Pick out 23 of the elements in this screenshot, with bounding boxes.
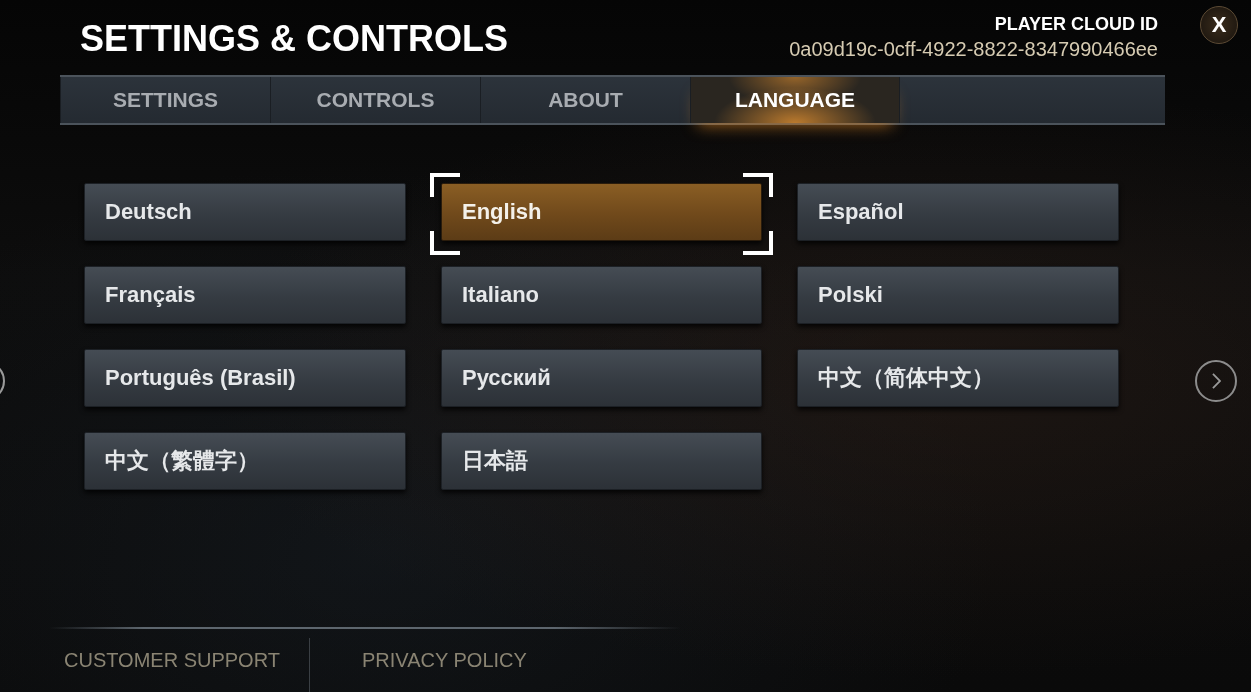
footer-link[interactable]: CUSTOMER SUPPORT <box>64 649 280 672</box>
language-option[interactable]: Español <box>797 183 1119 241</box>
tab[interactable]: LANGUAGE <box>690 77 900 123</box>
language-option[interactable]: 日本語 <box>441 432 762 490</box>
tab[interactable]: SETTINGS <box>60 77 270 123</box>
language-option[interactable]: Deutsch <box>84 183 406 241</box>
next-page-button[interactable] <box>1195 360 1237 402</box>
corner-brackets-icon <box>430 173 773 255</box>
footer-link[interactable]: PRIVACY POLICY <box>361 649 527 672</box>
cloud-id-label: PLAYER CLOUD ID <box>994 12 1158 36</box>
language-option[interactable]: Polski <box>797 266 1119 324</box>
language-option[interactable]: 中文（繁體字） <box>84 432 406 490</box>
language-option[interactable]: Français <box>84 266 406 324</box>
close-button[interactable]: X <box>1200 6 1238 44</box>
language-option[interactable]: English <box>441 183 762 241</box>
chevron-right-icon <box>1211 373 1221 389</box>
page-title: SETTINGS & CONTROLS <box>80 18 509 57</box>
language-option[interactable]: Русский <box>441 349 762 407</box>
cloud-id-value: 0a09d19c-0cff-4922-8822-8347990466ee <box>789 36 1158 62</box>
tab[interactable]: CONTROLS <box>270 77 480 123</box>
language-option[interactable]: Português (Brasil) <box>84 349 406 407</box>
language-option[interactable]: Italiano <box>441 266 762 324</box>
language-option[interactable]: 中文（简体中文） <box>797 349 1119 407</box>
